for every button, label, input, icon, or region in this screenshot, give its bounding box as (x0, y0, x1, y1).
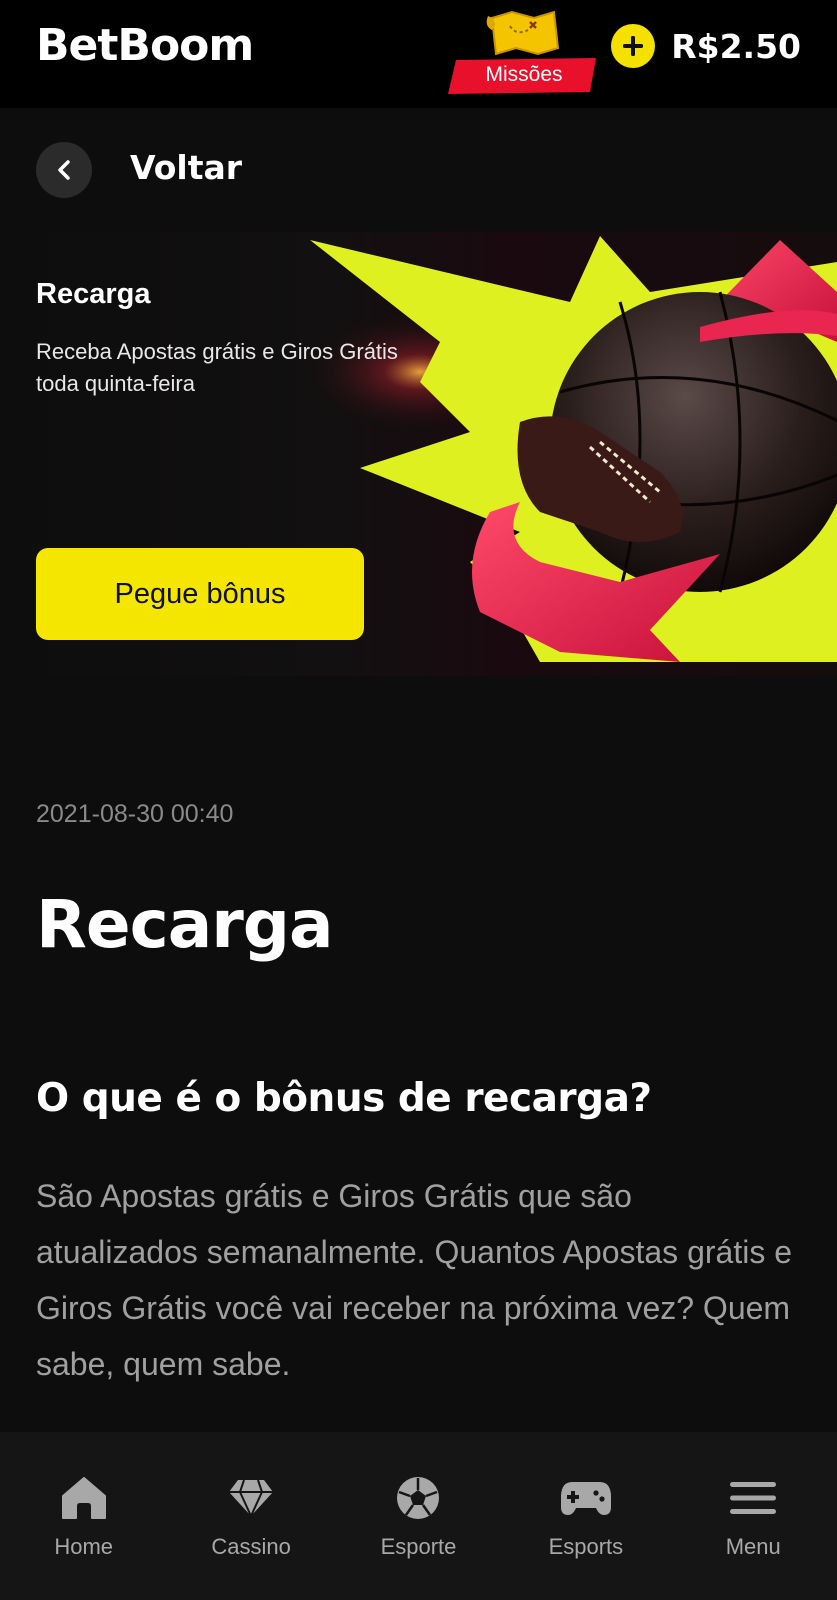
nav-label-home: Home (54, 1534, 114, 1559)
missions-label: Missões (485, 63, 563, 86)
page-title: Recarga (36, 886, 334, 963)
soccer-ball-icon (392, 1474, 444, 1522)
get-bonus-button[interactable]: Pegue bônus (36, 548, 364, 640)
back-label[interactable]: Voltar (130, 148, 242, 187)
missions-button[interactable]: Missões (448, 8, 600, 94)
section-title: O que é o bônus de recarga? (36, 1076, 652, 1121)
nav-label-esporte: Esporte (380, 1534, 457, 1559)
promo-banner: Recarga Receba Apostas grátis e Giros Gr… (0, 232, 837, 676)
nav-label-esports: Esports (548, 1534, 624, 1559)
back-button[interactable] (36, 142, 92, 198)
gamepad-icon (560, 1474, 612, 1522)
section-body: São Apostas grátis e Giros Grátis que sã… (36, 1178, 792, 1382)
top-header: BetBoom Missões R$2.50 (0, 0, 837, 108)
nav-label-menu: Menu (725, 1534, 781, 1559)
home-icon (58, 1474, 110, 1522)
banner-description: Receba Apostas grátis e Giros Grátis tod… (36, 339, 398, 396)
balance-area: R$2.50 (611, 24, 801, 68)
betboom-logo[interactable]: BetBoom (36, 20, 254, 71)
treasure-map-icon (486, 10, 560, 56)
banner-title: Recarga (36, 278, 151, 310)
chevron-left-icon (58, 160, 70, 180)
nav-item-cassino[interactable]: Cassino (167, 1432, 334, 1600)
bottom-navigation: Home Cassino Esporte Esports Menu (0, 1432, 837, 1600)
nav-item-esports[interactable]: Esports (502, 1432, 669, 1600)
plus-icon (623, 36, 644, 56)
nav-item-home[interactable]: Home (0, 1432, 167, 1600)
menu-icon (727, 1474, 779, 1522)
balance-value[interactable]: R$2.50 (671, 27, 801, 66)
deposit-button[interactable] (611, 24, 656, 68)
diamond-icon (225, 1474, 277, 1522)
nav-item-esporte[interactable]: Esporte (335, 1432, 502, 1600)
nav-item-menu[interactable]: Menu (670, 1432, 837, 1600)
publish-date: 2021-08-30 00:40 (36, 800, 234, 828)
nav-label-cassino: Cassino (211, 1534, 291, 1559)
